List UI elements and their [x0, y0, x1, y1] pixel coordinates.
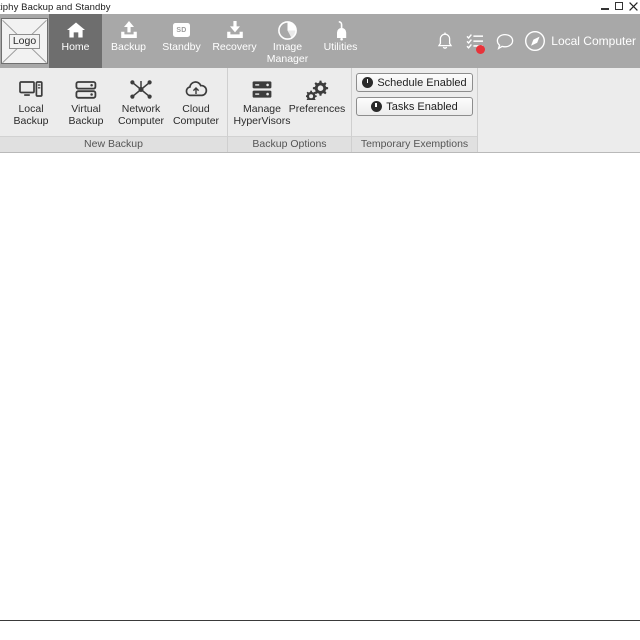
tab-backup-label: Backup — [110, 41, 147, 53]
ribbon-empty-title — [478, 136, 640, 152]
gears-icon — [305, 77, 329, 102]
home-icon — [66, 19, 86, 41]
ribbon-group-backup-options: Manage HyperVisors Preferences Backup Op — [228, 68, 352, 152]
tab-image-manager[interactable]: Image Manager — [261, 14, 314, 68]
task-badge — [476, 45, 486, 54]
tab-standby[interactable]: SD Standby — [155, 14, 208, 68]
cloud-computer-label: Cloud Computer — [172, 103, 220, 127]
utility-lamp-icon — [331, 19, 351, 41]
tasks-enabled-label: Tasks Enabled — [386, 100, 458, 113]
ribbon-toolbar: Local Backup Virtual Backup Network Comp… — [0, 68, 640, 153]
tab-backup[interactable]: Backup — [102, 14, 155, 68]
tab-utilities-label: Utilities — [323, 41, 358, 53]
ribbon-group-new-backup: Local Backup Virtual Backup Network Comp… — [0, 68, 228, 152]
main-content-area — [0, 153, 640, 620]
ribbon-group-backup-options-title: Backup Options — [228, 136, 351, 152]
minimize-button[interactable] — [600, 0, 611, 13]
exemption-toggles: Schedule Enabled Tasks Enabled — [352, 68, 477, 116]
navigation-compass-icon — [524, 30, 546, 52]
bell-icon[interactable] — [430, 26, 460, 56]
chat-icon[interactable] — [490, 26, 520, 56]
network-computer-label: Network Computer — [117, 103, 165, 127]
ribbon-tab-strip: Logo Home Backup SD Standby Recovery Ima… — [0, 14, 640, 68]
ribbon-group-backup-options-body: Manage HyperVisors Preferences — [228, 68, 351, 136]
tab-home[interactable]: Home — [49, 14, 102, 68]
server-stack-icon — [75, 77, 97, 102]
local-backup-label: Local Backup — [13, 103, 49, 127]
schedule-enabled-label: Schedule Enabled — [377, 76, 467, 89]
network-computer-button[interactable]: Network Computer — [115, 74, 168, 127]
application-window: ctiphy Backup and Standby Logo Home Back… — [0, 0, 640, 640]
network-nodes-icon — [129, 77, 153, 102]
ribbon-empty-area — [478, 68, 640, 152]
header-right-actions: Local Computer — [430, 26, 640, 56]
connection-label: Local Computer — [551, 34, 636, 48]
ribbon-group-new-backup-title: New Backup — [0, 136, 227, 152]
tab-utilities[interactable]: Utilities — [314, 14, 367, 68]
tab-image-manager-label: Image Manager — [266, 41, 309, 65]
connection-target[interactable]: Local Computer — [520, 30, 636, 52]
server-rack-icon — [250, 77, 274, 102]
maximize-button[interactable] — [614, 0, 625, 13]
upload-icon — [119, 19, 139, 41]
local-backup-button[interactable]: Local Backup — [5, 74, 58, 127]
window-title: ctiphy Backup and Standby — [0, 1, 111, 13]
virtual-backup-button[interactable]: Virtual Backup — [60, 74, 113, 127]
ribbon-group-new-backup-body: Local Backup Virtual Backup Network Comp… — [0, 68, 227, 136]
tab-standby-label: Standby — [162, 41, 201, 53]
desktop-computer-icon — [19, 77, 43, 102]
schedule-enabled-toggle[interactable]: Schedule Enabled — [356, 73, 473, 92]
pie-chart-icon — [277, 19, 298, 41]
manage-hypervisors-button[interactable]: Manage HyperVisors — [234, 74, 291, 127]
tab-recovery-label: Recovery — [212, 41, 257, 53]
logo-label: Logo — [8, 33, 41, 49]
tab-home-label: Home — [61, 41, 90, 53]
ribbon-group-temporary-exemptions: Schedule Enabled Tasks Enabled Temporary… — [352, 68, 478, 152]
ribbon-group-temporary-exemptions-body: Schedule Enabled Tasks Enabled — [352, 68, 477, 136]
cloud-computer-button[interactable]: Cloud Computer — [170, 74, 223, 127]
download-icon — [225, 19, 245, 41]
window-controls — [600, 0, 640, 14]
title-bar: ctiphy Backup and Standby — [0, 0, 640, 14]
virtual-backup-label: Virtual Backup — [68, 103, 104, 127]
power-toggle-icon — [362, 77, 374, 88]
app-logo: Logo — [0, 14, 49, 68]
ribbon-group-temporary-exemptions-title: Temporary Exemptions — [352, 136, 477, 152]
cloud-icon — [184, 77, 208, 102]
preferences-button[interactable]: Preferences — [289, 74, 345, 115]
power-toggle-icon — [371, 101, 383, 112]
close-icon[interactable] — [628, 0, 639, 13]
sd-card-icon: SD — [173, 19, 190, 41]
preferences-label: Preferences — [288, 103, 346, 115]
tabstrip-spacer — [367, 14, 430, 68]
task-list-icon[interactable] — [460, 26, 490, 56]
tasks-enabled-toggle[interactable]: Tasks Enabled — [356, 97, 473, 116]
logo-placeholder-box: Logo — [1, 18, 48, 64]
status-bar — [0, 620, 640, 640]
tab-recovery[interactable]: Recovery — [208, 14, 261, 68]
